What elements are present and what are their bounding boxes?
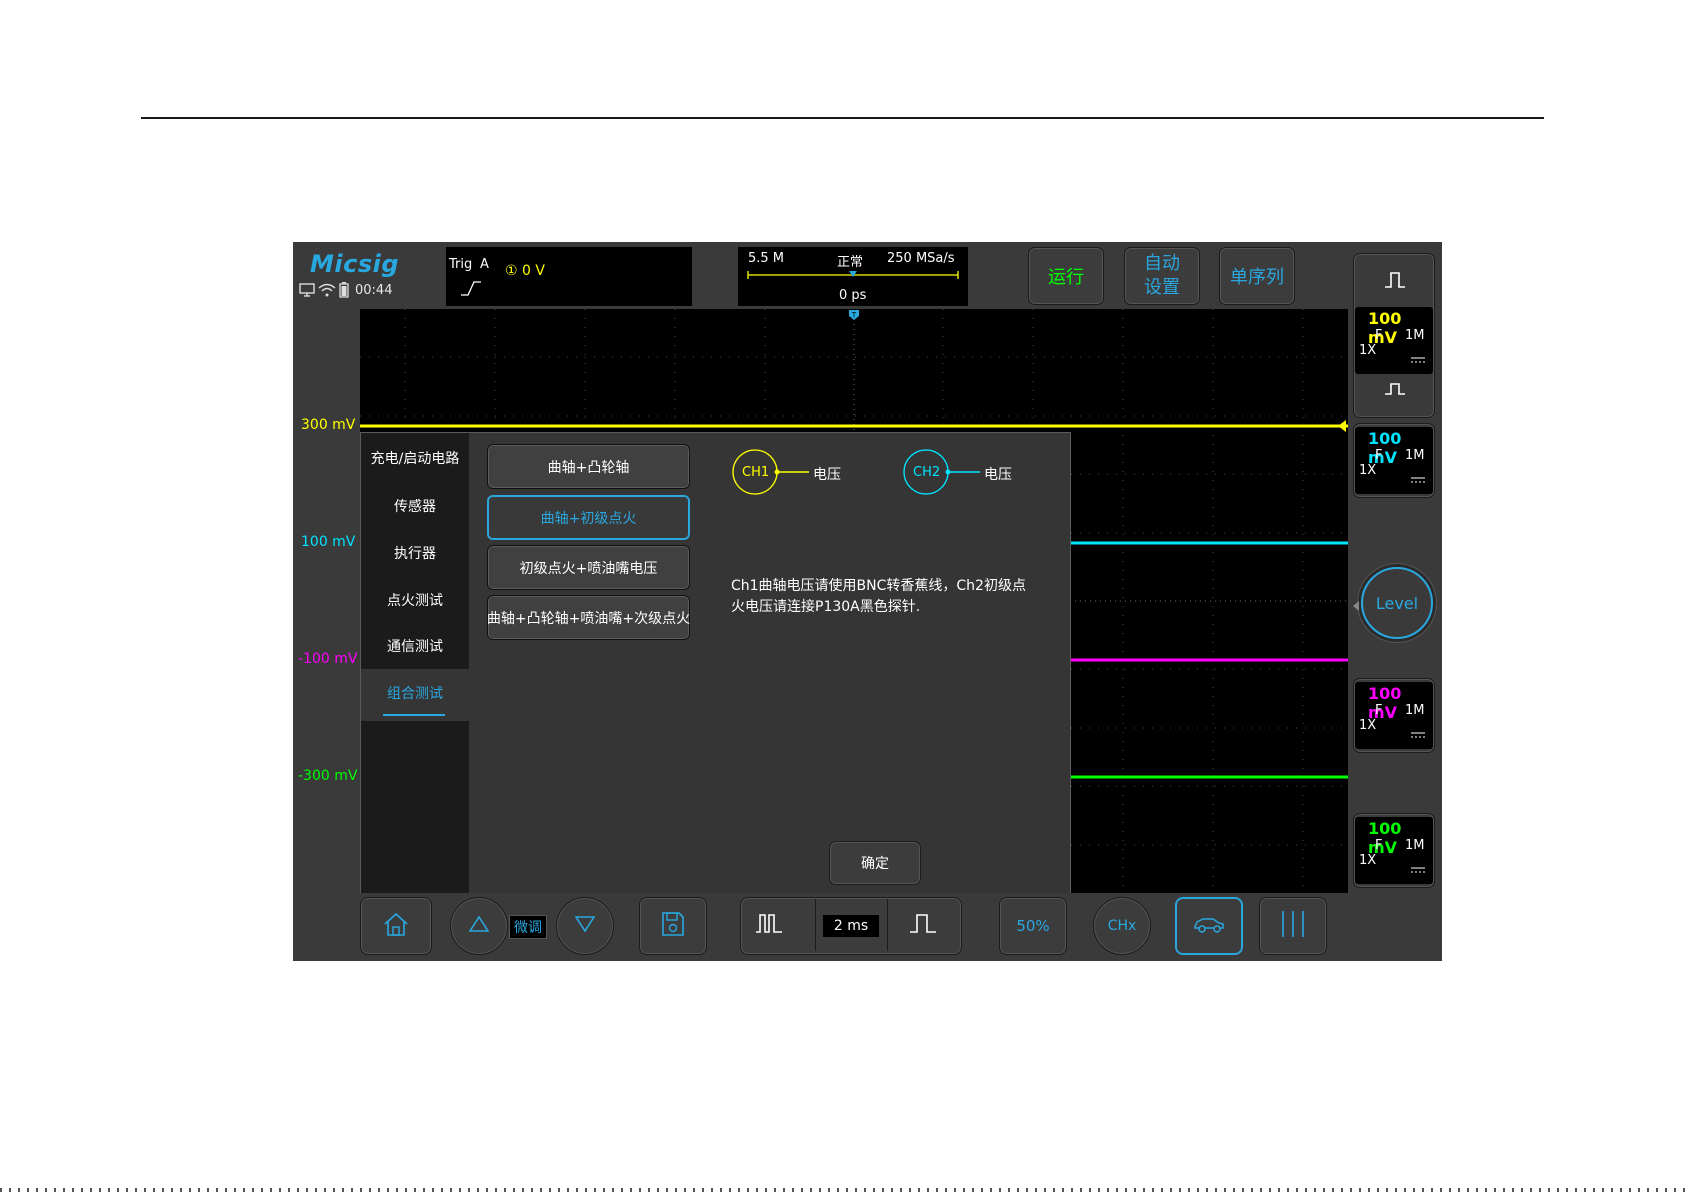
- ch1-settings[interactable]: 100 mV F 1M 1X: [1355, 307, 1433, 374]
- category-ignition-test[interactable]: 点火测试: [361, 590, 469, 610]
- option-crank-cam-injector-secondary[interactable]: 曲轴+凸轮轴+喷油嘴+次级点火: [487, 595, 690, 640]
- ch2-measure: 电压: [984, 467, 1012, 483]
- ch4-offset-label: -300 mV: [298, 768, 358, 784]
- timebase-divider-left: [815, 899, 816, 951]
- dc-coupling-icon: [1411, 469, 1425, 488]
- trigger-level-knob[interactable]: Level: [1361, 567, 1433, 639]
- category-actuator[interactable]: 执行器: [361, 543, 469, 563]
- save-button[interactable]: [639, 897, 707, 955]
- instruction-line-2: 火电压请连接P130A黑色探针.: [731, 599, 921, 615]
- fine-up-button[interactable]: [450, 897, 508, 955]
- ch3-settings[interactable]: 100 mV F 1M 1X: [1355, 682, 1433, 749]
- record-position-bar: [747, 271, 959, 279]
- trigger-level: ① 0 V: [505, 263, 545, 279]
- trigger-title: Trig: [449, 257, 473, 272]
- rising-edge-icon: [460, 279, 482, 301]
- chevron-left-icon: [1353, 596, 1359, 615]
- ch4-settings[interactable]: 100 mV F 1M 1X: [1355, 817, 1433, 884]
- triangle-down-icon: [574, 916, 596, 936]
- waveform-display[interactable]: T 充电/启动电路 传感器 执行器 点火测试 通信测试 组合测试 曲轴+凸轮轴 …: [360, 309, 1348, 893]
- category-combination-label: 组合测试: [387, 686, 443, 702]
- fine-tune-toggle[interactable]: 微调: [509, 915, 547, 939]
- ch3-coupling: F: [1375, 703, 1383, 718]
- wifi-icon: [318, 283, 336, 297]
- option-crank-primary-ignition[interactable]: 曲轴+初级点火: [487, 495, 690, 540]
- ch1-offset-label: 300 mV: [301, 417, 356, 433]
- dc-coupling-icon: [1411, 859, 1425, 878]
- save-icon: [661, 911, 685, 941]
- cursor-lines-icon: [1278, 910, 1308, 942]
- clock-text: 00:44: [355, 282, 393, 298]
- timebase-increase-button[interactable]: [909, 912, 937, 938]
- channel-select-button[interactable]: CHx: [1093, 897, 1151, 955]
- active-category-underline: [383, 714, 445, 716]
- confirm-button[interactable]: 确定: [829, 841, 921, 885]
- timebase-value: 2 ms: [823, 915, 879, 937]
- horizontal-position: 0 ps: [839, 288, 867, 303]
- ch1-impedance: 1M: [1405, 328, 1425, 343]
- battery-icon: [339, 282, 349, 298]
- ch4-coupling: F: [1375, 838, 1383, 853]
- pulse-icon-top[interactable]: [1384, 271, 1406, 293]
- option-primary-ignition-injector[interactable]: 初级点火+喷油嘴电压: [487, 545, 690, 590]
- sample-rate: 250 MSa/s: [887, 251, 955, 266]
- cursor-button[interactable]: [1259, 897, 1327, 955]
- auto-setup-line1: 自动: [1144, 253, 1180, 274]
- ch2-settings[interactable]: 100 mV F 1M 1X: [1355, 427, 1433, 494]
- acquisition-info-panel[interactable]: 5.5 M 正常 250 MSa/s 0 ps: [738, 247, 968, 306]
- monitor-icon: [299, 283, 315, 297]
- home-icon: [382, 911, 410, 941]
- car-icon: [1193, 915, 1225, 937]
- category-communication-test[interactable]: 通信测试: [361, 636, 469, 656]
- page-top-rule: [141, 117, 1544, 119]
- home-button[interactable]: [360, 897, 432, 955]
- option-crank-cam[interactable]: 曲轴+凸轮轴: [487, 444, 690, 489]
- memory-depth: 5.5 M: [748, 251, 785, 266]
- automotive-mode-button[interactable]: [1175, 897, 1243, 955]
- instruction-line-1: Ch1曲轴电压请使用BNC转香蕉线，Ch2初级点: [731, 578, 1026, 594]
- ch1-probe: 1X: [1359, 343, 1377, 358]
- ch3-impedance: 1M: [1405, 703, 1425, 718]
- ch2-impedance: 1M: [1405, 448, 1425, 463]
- ch4-probe: 1X: [1359, 853, 1377, 868]
- status-bar: 00:44: [299, 282, 392, 298]
- timebase-divider-right: [887, 899, 888, 951]
- bottom-edge-artifact: [0, 1188, 1685, 1192]
- acquisition-mode: 正常: [837, 255, 864, 270]
- ch1-label: CH1: [742, 465, 770, 480]
- micsig-logo: Micsig: [310, 250, 400, 278]
- triangle-up-icon: [468, 915, 490, 936]
- single-sequence-button[interactable]: 单序列: [1219, 247, 1295, 305]
- combination-test-dialog: 充电/启动电路 传感器 执行器 点火测试 通信测试 组合测试 曲轴+凸轮轴 曲轴…: [360, 432, 1071, 893]
- run-button[interactable]: 运行: [1028, 247, 1104, 305]
- ch2-probe: 1X: [1359, 463, 1377, 478]
- svg-text:T: T: [851, 311, 857, 319]
- ch1-measure: 电压: [813, 467, 841, 483]
- category-sensor[interactable]: 传感器: [361, 496, 469, 516]
- dc-coupling-icon: [1411, 724, 1425, 743]
- fine-down-button[interactable]: [556, 897, 614, 955]
- category-charging-starting[interactable]: 充电/启动电路: [361, 448, 469, 468]
- ch4-impedance: 1M: [1405, 838, 1425, 853]
- auto-setup-button[interactable]: 自动 设置: [1124, 247, 1200, 305]
- ch2-offset-label: 100 mV: [301, 534, 356, 550]
- ch3-offset-label: -100 mV: [298, 651, 358, 667]
- category-combination-test[interactable]: 组合测试: [361, 669, 469, 721]
- oscilloscope-screen: Micsig 00:44 Trig A ① 0 V 5.5 M 正常 250 M…: [293, 242, 1442, 961]
- trigger-source: A: [480, 257, 489, 272]
- trigger-level-marker: [1338, 420, 1346, 432]
- instruction-text: Ch1曲轴电压请使用BNC转香蕉线，Ch2初级点 火电压请连接P130A黑色探针…: [731, 576, 1026, 618]
- auto-setup-line2: 设置: [1144, 277, 1180, 298]
- ch2-label: CH2: [913, 465, 941, 480]
- ch2-coupling: F: [1375, 448, 1383, 463]
- timebase-decrease-button[interactable]: [755, 912, 783, 938]
- dc-coupling-icon: [1411, 349, 1425, 368]
- ch3-probe: 1X: [1359, 718, 1377, 733]
- ch1-coupling: F: [1375, 328, 1383, 343]
- test-category-sidebar: 充电/启动电路 传感器 执行器 点火测试 通信测试 组合测试: [361, 433, 469, 893]
- trigger-info-panel[interactable]: Trig A ① 0 V: [446, 247, 692, 306]
- fifty-percent-button[interactable]: 50%: [999, 897, 1067, 955]
- pulse-icon-small[interactable]: [1384, 380, 1406, 400]
